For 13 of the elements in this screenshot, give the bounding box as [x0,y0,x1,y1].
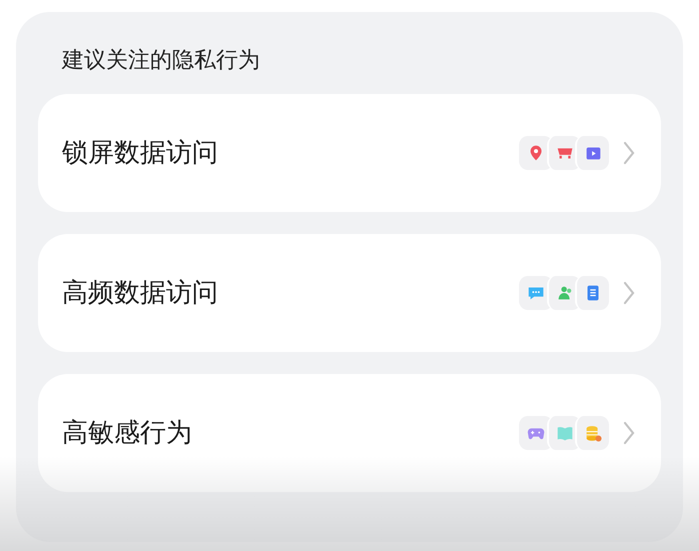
chevron-icon [623,421,635,445]
list-item[interactable]: 高频数据访问 [38,234,661,352]
item-label: 高敏感行为 [62,416,193,450]
video-icon [575,136,609,170]
coins-icon [575,416,609,450]
section-title: 建议关注的隐私行为 [62,47,260,75]
list-item[interactable]: 锁屏数据访问 [38,94,661,212]
document-icon [575,276,609,310]
chevron-icon [623,281,635,305]
item-label: 高频数据访问 [62,276,219,310]
item-label: 锁屏数据访问 [62,136,219,170]
list-item[interactable]: 高敏感行为 [38,374,661,492]
chevron-icon [623,141,635,165]
